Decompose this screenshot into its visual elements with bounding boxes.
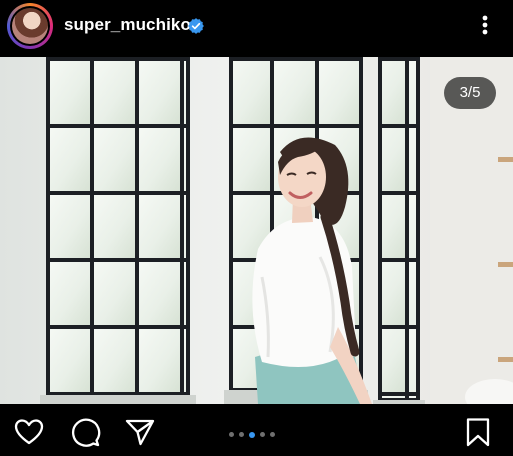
image-counter: 3/5 [444, 77, 496, 109]
comment-icon[interactable] [69, 416, 101, 448]
send-icon[interactable] [124, 416, 156, 448]
avatar-image [10, 6, 50, 46]
action-bar [0, 404, 513, 456]
avatar-photo [12, 8, 48, 44]
photo-scene [0, 57, 513, 404]
username[interactable]: super_muchiko [64, 15, 191, 35]
avatar[interactable] [7, 3, 53, 49]
verified-badge-icon [188, 18, 204, 34]
post-image[interactable]: 3/5 [0, 57, 513, 404]
carousel-dot [229, 432, 234, 437]
bookmark-icon[interactable] [462, 416, 494, 448]
carousel-dot [239, 432, 244, 437]
heart-icon[interactable] [13, 416, 45, 448]
post-header: super_muchiko [0, 0, 513, 57]
carousel-dot [260, 432, 265, 437]
more-vertical-icon[interactable] [475, 12, 495, 42]
carousel-dot [270, 432, 275, 437]
carousel-dot-active [249, 431, 255, 438]
